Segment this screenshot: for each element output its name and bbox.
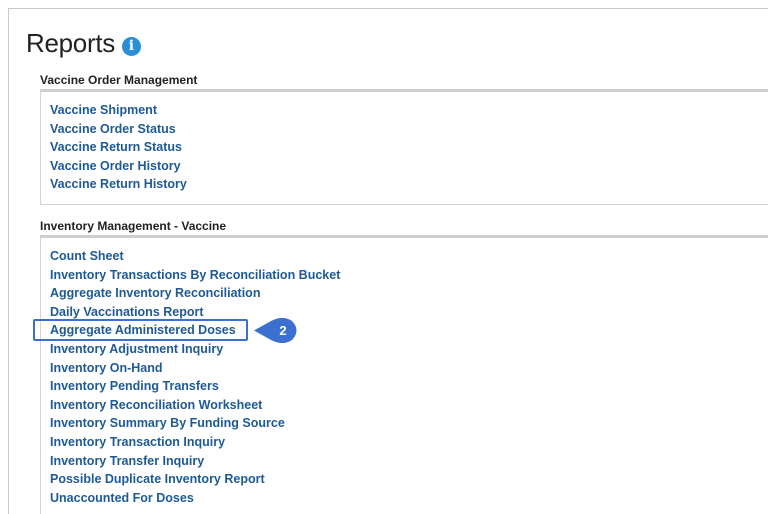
link-inventory-transaction-inquiry[interactable]: Inventory Transaction Inquiry — [50, 435, 225, 449]
link-vaccine-order-status[interactable]: Vaccine Order Status — [50, 122, 176, 136]
list-item: Vaccine Shipment — [50, 101, 187, 120]
link-list-inventory-management-vaccine: Count Sheet Inventory Transactions By Re… — [50, 247, 340, 507]
list-item: Inventory Transactions By Reconciliation… — [50, 266, 340, 285]
list-item: Count Sheet — [50, 247, 340, 266]
section-header-inventory-management-vaccine: Inventory Management - Vaccine — [40, 219, 227, 233]
link-vaccine-order-history[interactable]: Vaccine Order History — [50, 159, 181, 173]
list-item: Inventory On-Hand — [50, 359, 340, 378]
link-possible-duplicate-inventory-report[interactable]: Possible Duplicate Inventory Report — [50, 472, 265, 486]
section-header-vaccine-order-management: Vaccine Order Management — [40, 73, 198, 87]
step-badge: 2 — [252, 318, 302, 343]
step-number: 2 — [279, 323, 287, 338]
list-item: Unaccounted For Doses — [50, 489, 340, 508]
link-daily-vaccinations-report[interactable]: Daily Vaccinations Report — [50, 305, 204, 319]
link-vaccine-return-history[interactable]: Vaccine Return History — [50, 177, 187, 191]
list-item: Vaccine Order History — [50, 157, 187, 176]
title-row: Reports i — [26, 26, 141, 60]
link-aggregate-inventory-reconciliation[interactable]: Aggregate Inventory Reconciliation — [50, 286, 260, 300]
list-item: Possible Duplicate Inventory Report — [50, 470, 340, 489]
list-item: Inventory Summary By Funding Source — [50, 414, 340, 433]
list-item: Inventory Transfer Inquiry — [50, 452, 340, 471]
list-item: Vaccine Return History — [50, 175, 187, 194]
link-unaccounted-for-doses[interactable]: Unaccounted For Doses — [50, 491, 194, 505]
list-item: Inventory Reconciliation Worksheet — [50, 396, 340, 415]
link-inventory-transactions-by-reconciliation-bucket[interactable]: Inventory Transactions By Reconciliation… — [50, 268, 340, 282]
list-item: Inventory Pending Transfers — [50, 377, 340, 396]
link-inventory-on-hand[interactable]: Inventory On-Hand — [50, 361, 163, 375]
link-inventory-adjustment-inquiry[interactable]: Inventory Adjustment Inquiry — [50, 342, 223, 356]
link-vaccine-return-status[interactable]: Vaccine Return Status — [50, 140, 182, 154]
link-count-sheet[interactable]: Count Sheet — [50, 249, 124, 263]
page-title: Reports — [26, 27, 115, 58]
list-item: Inventory Transaction Inquiry — [50, 433, 340, 452]
link-list-vaccine-order-management: Vaccine Shipment Vaccine Order Status Va… — [50, 101, 187, 194]
callout-highlight-box — [33, 319, 248, 341]
link-inventory-reconciliation-worksheet[interactable]: Inventory Reconciliation Worksheet — [50, 398, 262, 412]
list-item: Vaccine Order Status — [50, 120, 187, 139]
link-inventory-summary-by-funding-source[interactable]: Inventory Summary By Funding Source — [50, 416, 285, 430]
list-item: Vaccine Return Status — [50, 138, 187, 157]
list-item: Aggregate Inventory Reconciliation — [50, 284, 340, 303]
link-inventory-transfer-inquiry[interactable]: Inventory Transfer Inquiry — [50, 454, 204, 468]
link-vaccine-shipment[interactable]: Vaccine Shipment — [50, 103, 157, 117]
link-inventory-pending-transfers[interactable]: Inventory Pending Transfers — [50, 379, 219, 393]
info-icon[interactable]: i — [121, 36, 141, 56]
